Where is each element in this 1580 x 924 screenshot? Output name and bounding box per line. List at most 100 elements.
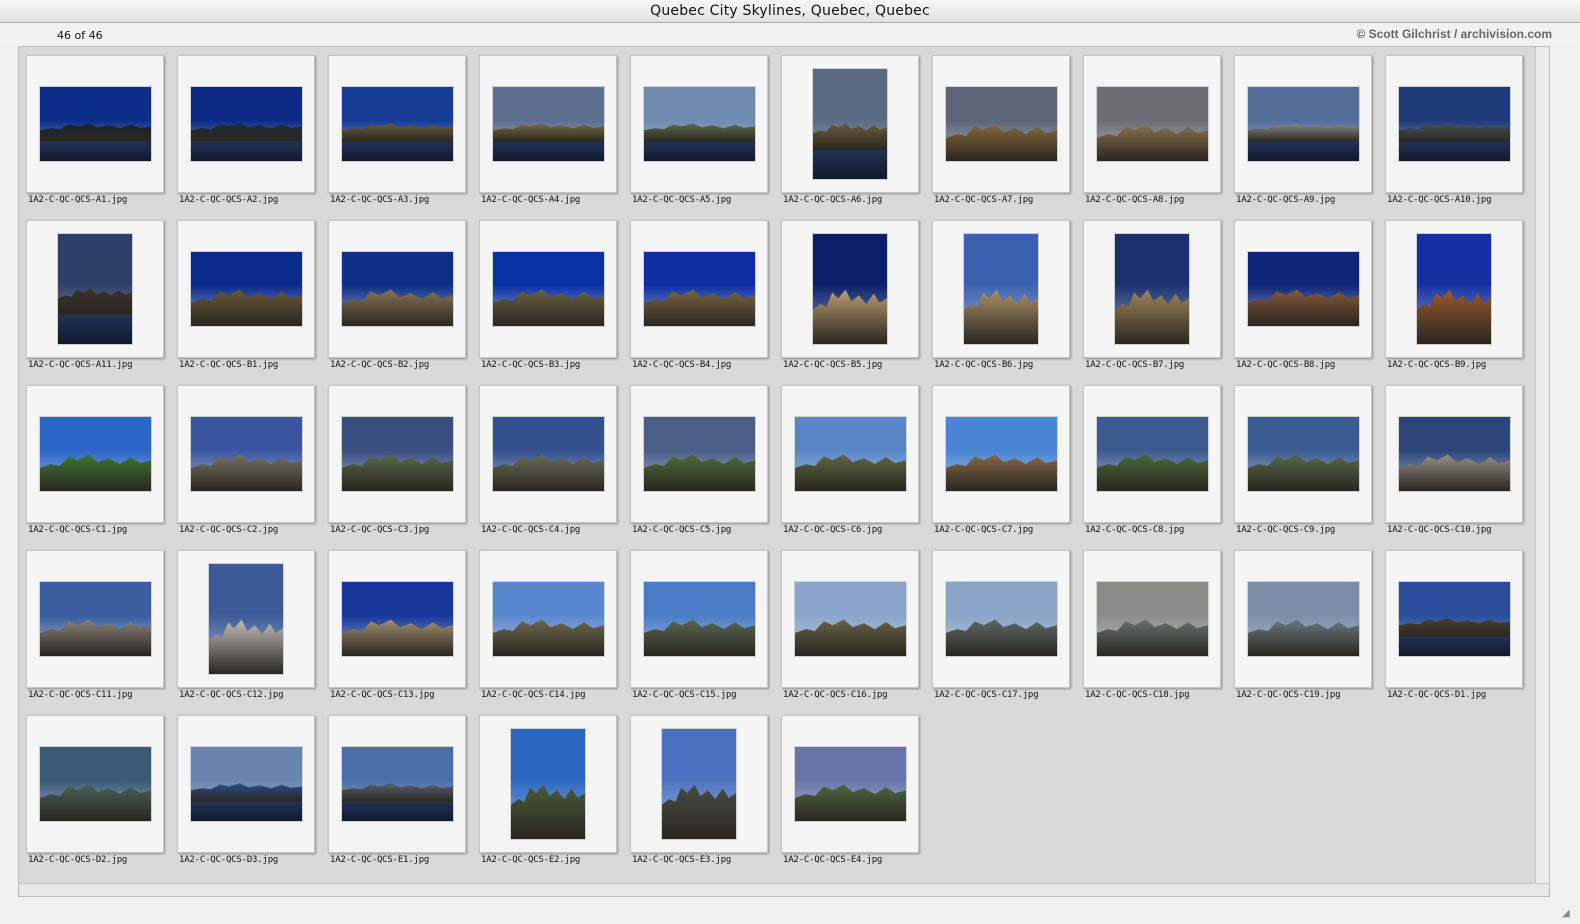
slide-mount[interactable] [328, 55, 466, 193]
thumbnail-image[interactable] [813, 234, 887, 344]
thumbnail-image[interactable] [644, 417, 755, 491]
thumbnail-item[interactable]: 1A2-C-QC-QCS-A3.jpg [322, 48, 466, 208]
thumbnail-item[interactable]: 1A2-C-QC-QCS-C2.jpg [171, 378, 315, 538]
thumbnail-image[interactable] [342, 582, 453, 656]
slide-mount[interactable] [26, 220, 164, 358]
slide-mount[interactable] [1083, 550, 1221, 688]
slide-mount[interactable] [630, 715, 768, 853]
resize-grip-icon[interactable]: ◢ [1562, 908, 1574, 920]
thumbnail-image[interactable] [493, 417, 604, 491]
slide-mount[interactable] [781, 385, 919, 523]
thumbnail-image[interactable] [342, 417, 453, 491]
thumbnail-image[interactable] [946, 87, 1057, 161]
slide-mount[interactable] [1385, 220, 1523, 358]
slide-mount[interactable] [479, 220, 617, 358]
thumbnail-image[interactable] [40, 417, 151, 491]
thumbnail-image[interactable] [493, 87, 604, 161]
slide-mount[interactable] [479, 715, 617, 853]
slide-mount[interactable] [932, 55, 1070, 193]
thumbnail-image[interactable] [209, 564, 283, 674]
thumbnail-item[interactable]: 1A2-C-QC-QCS-C14.jpg [473, 543, 617, 703]
thumbnail-image[interactable] [946, 417, 1057, 491]
thumbnail-image[interactable] [644, 87, 755, 161]
slide-mount[interactable] [1234, 385, 1372, 523]
slide-mount[interactable] [177, 220, 315, 358]
slide-mount[interactable] [932, 385, 1070, 523]
thumbnail-item[interactable]: 1A2-C-QC-QCS-C7.jpg [926, 378, 1070, 538]
thumbnail-item[interactable]: 1A2-C-QC-QCS-C4.jpg [473, 378, 617, 538]
slide-mount[interactable] [328, 715, 466, 853]
thumbnail-item[interactable]: 1A2-C-QC-QCS-C10.jpg [1379, 378, 1523, 538]
thumbnail-image[interactable] [58, 234, 132, 344]
thumbnail-image[interactable] [813, 69, 887, 179]
thumbnail-image[interactable] [1399, 87, 1510, 161]
slide-mount[interactable] [328, 550, 466, 688]
thumbnail-item[interactable]: 1A2-C-QC-QCS-C17.jpg [926, 543, 1070, 703]
thumbnail-image[interactable] [40, 747, 151, 821]
thumbnail-item[interactable]: 1A2-C-QC-QCS-D3.jpg [171, 708, 315, 868]
thumbnail-image[interactable] [644, 582, 755, 656]
thumbnail-image[interactable] [1248, 582, 1359, 656]
vertical-scrollbar[interactable] [1535, 47, 1549, 884]
thumbnail-item[interactable]: 1A2-C-QC-QCS-B2.jpg [322, 213, 466, 373]
thumbnail-image[interactable] [1248, 252, 1359, 326]
thumbnail-item[interactable]: 1A2-C-QC-QCS-C1.jpg [20, 378, 164, 538]
slide-mount[interactable] [1234, 550, 1372, 688]
thumbnail-image[interactable] [1248, 417, 1359, 491]
slide-mount[interactable] [479, 550, 617, 688]
thumbnail-image[interactable] [342, 87, 453, 161]
slide-mount[interactable] [1083, 220, 1221, 358]
thumbnail-item[interactable]: 1A2-C-QC-QCS-E4.jpg [775, 708, 919, 868]
slide-mount[interactable] [630, 55, 768, 193]
slide-mount[interactable] [932, 220, 1070, 358]
thumbnail-item[interactable]: 1A2-C-QC-QCS-C15.jpg [624, 543, 768, 703]
thumbnail-image[interactable] [1399, 582, 1510, 656]
thumbnail-item[interactable]: 1A2-C-QC-QCS-A5.jpg [624, 48, 768, 208]
thumbnail-item[interactable]: 1A2-C-QC-QCS-E3.jpg [624, 708, 768, 868]
thumbnail-item[interactable]: 1A2-C-QC-QCS-B8.jpg [1228, 213, 1372, 373]
slide-mount[interactable] [630, 550, 768, 688]
thumbnail-image[interactable] [1097, 87, 1208, 161]
thumbnail-item[interactable]: 1A2-C-QC-QCS-A9.jpg [1228, 48, 1372, 208]
thumbnail-item[interactable]: 1A2-C-QC-QCS-C16.jpg [775, 543, 919, 703]
thumbnail-image[interactable] [40, 87, 151, 161]
thumbnail-image[interactable] [1097, 417, 1208, 491]
thumbnail-item[interactable]: 1A2-C-QC-QCS-C18.jpg [1077, 543, 1221, 703]
slide-mount[interactable] [177, 550, 315, 688]
slide-mount[interactable] [328, 220, 466, 358]
thumbnail-image[interactable] [1248, 87, 1359, 161]
thumbnail-item[interactable]: 1A2-C-QC-QCS-E2.jpg [473, 708, 617, 868]
slide-mount[interactable] [781, 715, 919, 853]
thumbnail-item[interactable]: 1A2-C-QC-QCS-B5.jpg [775, 213, 919, 373]
thumbnail-item[interactable]: 1A2-C-QC-QCS-D2.jpg [20, 708, 164, 868]
slide-mount[interactable] [1234, 220, 1372, 358]
thumbnail-item[interactable]: 1A2-C-QC-QCS-A7.jpg [926, 48, 1070, 208]
slide-mount[interactable] [1234, 55, 1372, 193]
slide-mount[interactable] [479, 385, 617, 523]
thumbnail-item[interactable]: 1A2-C-QC-QCS-C12.jpg [171, 543, 315, 703]
thumbnail-item[interactable]: 1A2-C-QC-QCS-C9.jpg [1228, 378, 1372, 538]
slide-mount[interactable] [177, 715, 315, 853]
thumbnail-item[interactable]: 1A2-C-QC-QCS-A10.jpg [1379, 48, 1523, 208]
thumbnail-item[interactable]: 1A2-C-QC-QCS-B3.jpg [473, 213, 617, 373]
slide-mount[interactable] [479, 55, 617, 193]
thumbnail-image[interactable] [795, 417, 906, 491]
thumbnail-item[interactable]: 1A2-C-QC-QCS-C13.jpg [322, 543, 466, 703]
thumbnail-item[interactable]: 1A2-C-QC-QCS-C6.jpg [775, 378, 919, 538]
thumbnail-image[interactable] [1399, 417, 1510, 491]
thumbnail-image[interactable] [1417, 234, 1491, 344]
slide-mount[interactable] [1385, 385, 1523, 523]
slide-mount[interactable] [1385, 55, 1523, 193]
slide-mount[interactable] [26, 550, 164, 688]
slide-mount[interactable] [781, 220, 919, 358]
slide-mount[interactable] [932, 550, 1070, 688]
slide-mount[interactable] [1385, 550, 1523, 688]
thumbnail-image[interactable] [1097, 582, 1208, 656]
thumbnail-item[interactable]: 1A2-C-QC-QCS-D1.jpg [1379, 543, 1523, 703]
thumbnail-item[interactable]: 1A2-C-QC-QCS-A4.jpg [473, 48, 617, 208]
thumbnail-image[interactable] [795, 582, 906, 656]
thumbnail-image[interactable] [946, 582, 1057, 656]
slide-mount[interactable] [26, 715, 164, 853]
thumbnail-image[interactable] [493, 252, 604, 326]
thumbnail-image[interactable] [511, 729, 585, 839]
